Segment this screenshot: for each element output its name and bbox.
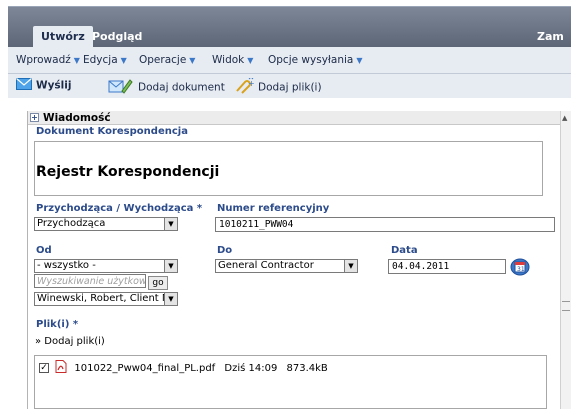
document-title: Rejestr Korespondencji bbox=[36, 164, 220, 180]
toolbar: Wyślij Dodaj dokument + Dodaj plik(i) bbox=[8, 74, 571, 98]
menu-send-options-label: Opcje wysyłania bbox=[268, 54, 354, 66]
panel-header-label: Wiadomość bbox=[43, 112, 111, 124]
date-label: Data bbox=[391, 245, 418, 256]
caret-down-icon: ▼ bbox=[247, 56, 254, 65]
window-frame-left bbox=[0, 0, 8, 409]
svg-text:31: 31 bbox=[517, 266, 525, 273]
add-files-link[interactable]: » Dodaj plik(i) bbox=[35, 336, 105, 347]
to-label: Do bbox=[217, 245, 233, 256]
expand-icon[interactable]: + bbox=[30, 113, 39, 122]
caret-down-icon: ▼ bbox=[73, 56, 80, 65]
menu-send-options[interactable]: Opcje wysyłania ▼ bbox=[268, 54, 362, 66]
menu-edit[interactable]: Edycja ▼ bbox=[83, 54, 127, 66]
menu-view-label: Widok bbox=[212, 54, 245, 66]
menu-bar: Wprowadź ▼ Edycja ▼ Operacje ▼ Widok ▼ Opcje… bbox=[8, 47, 571, 74]
scroll-up-icon[interactable]: ▲ bbox=[562, 114, 567, 122]
from-user-value: Winewski, Robert, Client M bbox=[37, 293, 171, 304]
envelope-icon bbox=[16, 78, 32, 93]
file-checkbox[interactable]: ✓ bbox=[39, 363, 49, 373]
vertical-scrollbar[interactable]: ▲ bbox=[560, 111, 571, 409]
scroll-grip[interactable] bbox=[562, 301, 570, 311]
direction-label: Przychodząca / Wychodząca * bbox=[36, 203, 203, 214]
tab-preview[interactable]: Podgląd bbox=[84, 26, 150, 47]
send-label: Wyślij bbox=[36, 79, 72, 92]
section-title: Dokument Korespondencja bbox=[36, 126, 188, 137]
add-document-label: Dodaj dokument bbox=[138, 81, 225, 94]
message-panel: + Wiadomość Dokument Korespondencja Reje… bbox=[27, 111, 561, 409]
menu-view[interactable]: Widok ▼ bbox=[212, 54, 253, 66]
caret-down-icon: ▼ bbox=[120, 56, 127, 65]
add-document-button[interactable]: Dodaj dokument bbox=[108, 78, 225, 97]
reference-label: Numer referencyjny bbox=[217, 203, 330, 214]
user-search-placeholder: Wyszukiwanie użytkowni bbox=[37, 276, 146, 287]
send-button[interactable]: Wyślij bbox=[16, 78, 71, 93]
from-select[interactable]: - wszystko - ▼ bbox=[34, 259, 178, 273]
file-date: Dziś 14:09 bbox=[224, 363, 278, 374]
file-name[interactable]: 101022_Pww04_final_PL.pdf bbox=[74, 363, 215, 374]
add-files-button[interactable]: + Dodaj plik(i) bbox=[234, 76, 322, 97]
menu-operations[interactable]: Operacje ▼ bbox=[139, 54, 195, 66]
ribbon: Utwórz Podgląd Zam Wprowadź ▼ Edycja ▼ Ope… bbox=[8, 6, 571, 98]
dropdown-arrow-icon: ▼ bbox=[164, 260, 177, 272]
reference-input[interactable]: 1010211_PWW04 bbox=[215, 217, 555, 232]
file-size: 873.4kB bbox=[286, 363, 328, 374]
pdf-icon bbox=[55, 360, 67, 376]
to-select[interactable]: General Contractor ▼ bbox=[215, 259, 358, 273]
from-label: Od bbox=[36, 245, 52, 256]
menu-operations-label: Operacje bbox=[139, 54, 187, 66]
file-list: ✓ 101022_Pww04_final_PL.pdf Dziś 14:09 8… bbox=[34, 355, 547, 409]
date-value: 04.04.2011 bbox=[392, 261, 450, 272]
document-add-icon bbox=[108, 78, 134, 97]
menu-edit-label: Edycja bbox=[83, 54, 118, 66]
paperclip-icon: + bbox=[234, 76, 255, 97]
files-label: Plik(i) * bbox=[36, 319, 79, 330]
reference-value: 1010211_PWW04 bbox=[219, 219, 294, 230]
svg-text:+: + bbox=[248, 79, 254, 88]
add-files-label: Dodaj plik(i) bbox=[258, 81, 322, 94]
calendar-icon[interactable]: 31 bbox=[510, 256, 530, 279]
from-user-select[interactable]: Winewski, Robert, Client M ▼ bbox=[34, 292, 178, 306]
user-search-input[interactable]: Wyszukiwanie użytkowni bbox=[34, 274, 146, 288]
panel-header: + Wiadomość bbox=[28, 111, 561, 125]
dropdown-arrow-icon: ▼ bbox=[164, 218, 177, 230]
dropdown-arrow-icon: ▼ bbox=[164, 293, 177, 305]
caret-down-icon: ▼ bbox=[356, 56, 363, 65]
menu-insert[interactable]: Wprowadź ▼ bbox=[16, 54, 80, 66]
tab-close-partial[interactable]: Zam bbox=[537, 26, 564, 47]
to-value: General Contractor bbox=[218, 260, 314, 271]
tab-bar: Utwórz Podgląd Zam bbox=[8, 7, 571, 47]
caret-down-icon: ▼ bbox=[189, 56, 196, 65]
date-input[interactable]: 04.04.2011 bbox=[388, 259, 506, 274]
file-row: ✓ 101022_Pww04_final_PL.pdf Dziś 14:09 8… bbox=[39, 360, 328, 376]
direction-select[interactable]: Przychodząca ▼ bbox=[34, 217, 178, 231]
direction-value: Przychodząca bbox=[37, 218, 106, 229]
menu-insert-label: Wprowadź bbox=[16, 54, 71, 66]
from-value: - wszystko - bbox=[37, 260, 96, 271]
dropdown-arrow-icon: ▼ bbox=[344, 260, 357, 272]
go-button[interactable]: go bbox=[148, 276, 168, 290]
